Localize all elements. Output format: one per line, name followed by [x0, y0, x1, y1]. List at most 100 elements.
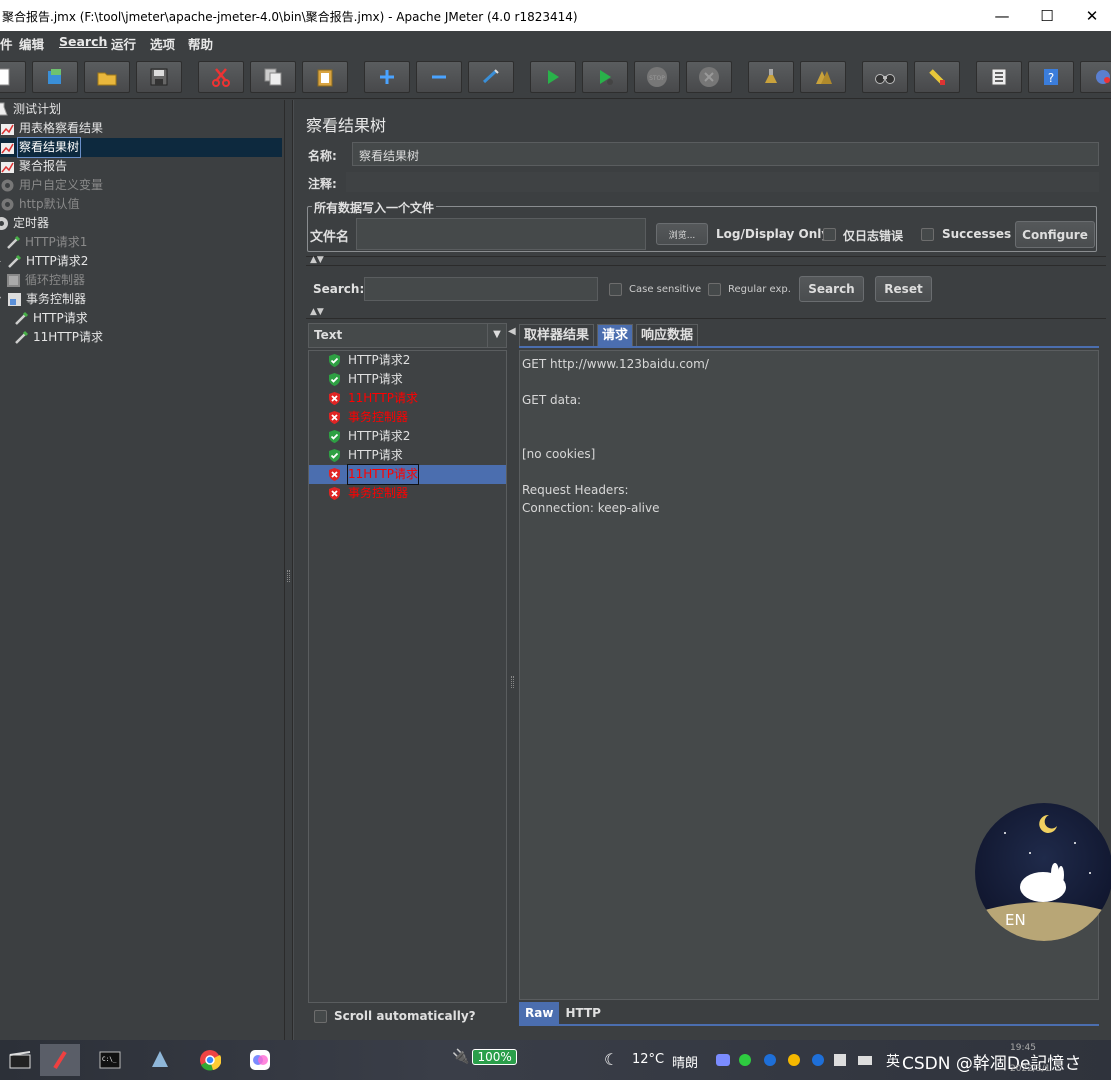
result-item[interactable]: HTTP请求2 — [327, 427, 410, 446]
tree-node[interactable]: 用表格察看结果 — [0, 119, 104, 138]
filename-input[interactable] — [356, 218, 646, 250]
bluetooth-icon — [764, 1054, 776, 1066]
request-line — [522, 409, 1096, 427]
results-divider[interactable]: ▲▼ — [306, 307, 1106, 319]
shutdown-button[interactable] — [686, 61, 732, 93]
browse-button[interactable]: 浏览... — [656, 223, 708, 245]
remote-button[interactable] — [1080, 61, 1111, 93]
taskbar-chrome-icon[interactable] — [190, 1044, 230, 1076]
tree-node[interactable]: 11HTTP请求 — [14, 328, 104, 347]
tree-node[interactable]: 测试计划 — [0, 100, 62, 119]
result-item[interactable]: HTTP请求 — [327, 446, 403, 465]
open-button[interactable] — [84, 61, 130, 93]
collapse-button[interactable] — [416, 61, 462, 93]
tree-node[interactable]: 用户自定义变量 — [0, 176, 104, 195]
reset-search-button[interactable] — [914, 61, 960, 93]
collapse-arrows-icon[interactable]: ▲▼ — [310, 307, 324, 317]
result-item[interactable]: 11HTTP请求 — [327, 389, 418, 408]
menu-file[interactable]: 件 — [0, 34, 13, 53]
result-item[interactable]: HTTP请求2 — [327, 351, 410, 370]
view-tab-raw[interactable]: Raw — [519, 1002, 560, 1024]
menu-search[interactable]: Search — [59, 34, 107, 49]
listener-icon — [1, 162, 14, 173]
search-input[interactable] — [364, 277, 598, 301]
tree-node[interactable]: 循环控制器 — [6, 271, 86, 290]
tree-node[interactable]: ▸ HTTP请求2 — [0, 252, 89, 271]
tree-node[interactable]: http默认值 — [0, 195, 81, 214]
collapse-arrows-icon[interactable]: ▲▼ — [310, 255, 324, 265]
close-button[interactable]: ✕ — [1069, 0, 1111, 31]
start-button[interactable] — [530, 61, 576, 93]
taskbar-video-app-icon[interactable] — [0, 1044, 40, 1076]
taskbar-pen-app-icon[interactable] — [40, 1044, 80, 1076]
maximize-button[interactable]: ☐ — [1024, 0, 1070, 31]
menu-help[interactable]: 帮助 — [188, 34, 213, 53]
result-item[interactable]: 事务控制器 — [327, 408, 408, 427]
tree-node[interactable]: 定时器 — [0, 214, 50, 233]
start-no-pause-button[interactable] — [582, 61, 628, 93]
menu-options[interactable]: 选项 — [150, 34, 175, 53]
taskbar-terminal-icon[interactable]: C:\_ — [90, 1044, 130, 1076]
tabs-left-arrow-icon[interactable]: ◀ — [508, 326, 516, 337]
comment-field[interactable] — [346, 172, 1099, 192]
paste-button[interactable] — [302, 61, 348, 93]
tray-icons[interactable] — [714, 1051, 884, 1069]
clock-date[interactable]: 2022/3/1 — [1010, 1064, 1050, 1074]
tree-node[interactable]: HTTP请求1 — [6, 233, 88, 252]
help-button[interactable]: ? — [1028, 61, 1074, 93]
tab-0[interactable]: 取样器结果 — [519, 324, 595, 346]
tree-node-label: 事务控制器 — [26, 292, 87, 306]
ime-indicator[interactable]: 英 — [886, 1051, 900, 1071]
copy-button[interactable] — [250, 61, 296, 93]
menu-edit[interactable]: 编辑 — [19, 34, 44, 53]
tree-node[interactable]: 察看结果树 — [0, 137, 82, 158]
function-helper-button[interactable] — [976, 61, 1022, 93]
toggle-button[interactable] — [468, 61, 514, 93]
tree-expand-icon[interactable]: ▾ — [0, 290, 4, 309]
results-list[interactable]: HTTP请求2 HTTP请求 11HTTP请求 事务控制器 HTTP请求2 HTTP请求 1… — [308, 350, 507, 1003]
split-pane-divider[interactable] — [284, 100, 293, 1040]
configure-button[interactable]: Configure — [1015, 221, 1095, 248]
errors-only-checkbox[interactable] — [823, 228, 836, 241]
result-item[interactable]: 事务控制器 — [327, 484, 408, 503]
clear-all-button[interactable] — [800, 61, 846, 93]
renderer-select[interactable]: Text ▼ — [308, 323, 507, 348]
search-button[interactable] — [862, 61, 908, 93]
name-field[interactable]: 察看结果树 — [352, 142, 1099, 166]
tab-2[interactable]: 响应数据 — [636, 324, 699, 346]
expand-button[interactable] — [364, 61, 410, 93]
new-button[interactable] — [0, 61, 26, 93]
reset-button[interactable]: Reset — [875, 276, 932, 302]
save-button[interactable] — [136, 61, 182, 93]
clock-time[interactable]: 19:45 — [1010, 1043, 1036, 1053]
clear-button[interactable] — [748, 61, 794, 93]
menu-run[interactable]: 运行 — [111, 34, 136, 53]
search-button[interactable]: Search — [799, 276, 864, 302]
cut-button[interactable] — [198, 61, 244, 93]
weather-desc[interactable]: 晴朗 — [672, 1052, 698, 1071]
search-divider[interactable]: ▲▼ — [306, 255, 1106, 266]
result-item-label: 事务控制器 — [348, 410, 409, 424]
chevron-down-icon[interactable]: ▼ — [487, 324, 506, 347]
battery-indicator[interactable]: 🔌 100% — [452, 1049, 517, 1065]
templates-button[interactable] — [32, 61, 78, 93]
inner-split-divider[interactable] — [509, 430, 517, 1030]
tree-node[interactable]: 聚合报告 — [0, 157, 68, 176]
case-sensitive-checkbox[interactable] — [609, 283, 622, 296]
minimize-button[interactable]: — — [979, 0, 1025, 31]
successes-checkbox[interactable] — [921, 228, 934, 241]
taskbar-app-icon[interactable] — [240, 1044, 280, 1076]
taskbar-jmeter-icon[interactable] — [140, 1044, 180, 1076]
result-item[interactable]: HTTP请求 — [327, 370, 403, 389]
stop-button[interactable]: STOP — [634, 61, 680, 93]
tray-app-icon — [716, 1054, 730, 1066]
tree-node[interactable]: ▾ 事务控制器 — [0, 290, 87, 309]
regex-checkbox[interactable] — [708, 283, 721, 296]
tree-node[interactable]: HTTP请求 — [14, 309, 89, 328]
tree-expand-icon[interactable]: ▸ — [0, 252, 4, 271]
weather-temp[interactable]: 12°C — [632, 1052, 664, 1067]
tab-1[interactable]: 请求 — [597, 324, 634, 346]
scroll-auto-checkbox[interactable] — [314, 1010, 327, 1023]
result-item[interactable]: 11HTTP请求 — [327, 464, 419, 485]
view-tab-http[interactable]: HTTP — [559, 1002, 607, 1024]
